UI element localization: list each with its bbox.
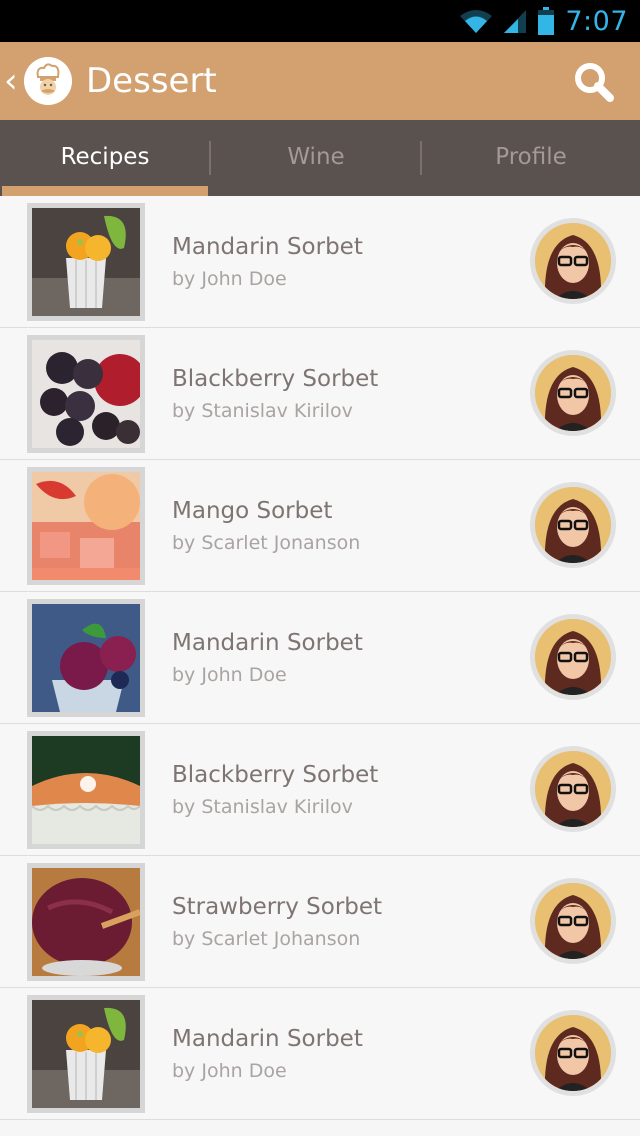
tab-wine[interactable]: Wine	[211, 120, 421, 196]
avatar[interactable]	[530, 746, 616, 832]
recipe-thumbnail	[27, 863, 145, 981]
recipe-thumbnail	[27, 599, 145, 717]
signal-icon	[504, 10, 527, 33]
recipe-author: by John Doe	[172, 1060, 287, 1082]
tab-profile[interactable]: Profile	[422, 120, 640, 196]
search-button[interactable]	[566, 54, 622, 110]
recipe-author: by Scarlet Johanson	[172, 928, 361, 950]
recipe-thumbnail	[27, 731, 145, 849]
search-icon	[575, 63, 614, 102]
chef-icon[interactable]	[24, 57, 72, 105]
avatar[interactable]	[530, 1010, 616, 1096]
recipe-list: Mandarin Sorbet by John Doe Blackberry S…	[0, 196, 640, 1120]
battery-icon	[538, 7, 555, 35]
list-item[interactable]: Mandarin Sorbet by John Doe	[0, 196, 640, 328]
avatar[interactable]	[530, 614, 616, 700]
list-item[interactable]: Mandarin Sorbet by John Doe	[0, 988, 640, 1120]
recipe-thumbnail	[27, 467, 145, 585]
list-item[interactable]: Blackberry Sorbet by Stanislav Kirilov	[0, 328, 640, 460]
action-bar: ‹ Dessert	[0, 42, 640, 120]
recipe-title: Blackberry Sorbet	[172, 762, 379, 788]
status-bar: 7:07	[0, 0, 640, 42]
tab-profile-label: Profile	[495, 144, 567, 170]
recipe-title: Mandarin Sorbet	[172, 630, 363, 656]
recipe-thumbnail	[27, 995, 145, 1113]
tab-bar: Recipes Wine Profile	[0, 120, 640, 196]
avatar[interactable]	[530, 218, 616, 304]
recipe-thumbnail	[27, 203, 145, 321]
list-item[interactable]: Mandarin Sorbet by John Doe	[0, 592, 640, 724]
tab-indicator	[2, 186, 208, 196]
list-item[interactable]: Mango Sorbet by Scarlet Jonanson	[0, 460, 640, 592]
recipe-title: Mandarin Sorbet	[172, 234, 363, 260]
recipe-author: by Stanislav Kirilov	[172, 796, 353, 818]
recipe-thumbnail	[27, 335, 145, 453]
avatar[interactable]	[530, 350, 616, 436]
recipe-author: by Stanislav Kirilov	[172, 400, 353, 422]
recipe-author: by Scarlet Jonanson	[172, 532, 361, 554]
tab-wine-label: Wine	[287, 144, 345, 170]
tab-recipes[interactable]: Recipes	[2, 120, 208, 196]
status-time: 7:07	[565, 5, 628, 37]
recipe-title: Strawberry Sorbet	[172, 894, 383, 920]
tab-recipes-label: Recipes	[60, 144, 150, 170]
list-item[interactable]: Strawberry Sorbet by Scarlet Johanson	[0, 856, 640, 988]
recipe-author: by John Doe	[172, 664, 287, 686]
recipe-title: Mango Sorbet	[172, 498, 333, 524]
recipe-title: Mandarin Sorbet	[172, 1026, 363, 1052]
avatar[interactable]	[530, 482, 616, 568]
wifi-icon	[460, 10, 493, 33]
status-icons: 7:07	[459, 0, 628, 42]
list-item[interactable]: Blackberry Sorbet by Stanislav Kirilov	[0, 724, 640, 856]
chevron-left-icon[interactable]: ‹	[4, 56, 22, 106]
recipe-title: Blackberry Sorbet	[172, 366, 379, 392]
recipe-author: by John Doe	[172, 268, 287, 290]
page-title: Dessert	[86, 61, 217, 101]
avatar[interactable]	[530, 878, 616, 964]
